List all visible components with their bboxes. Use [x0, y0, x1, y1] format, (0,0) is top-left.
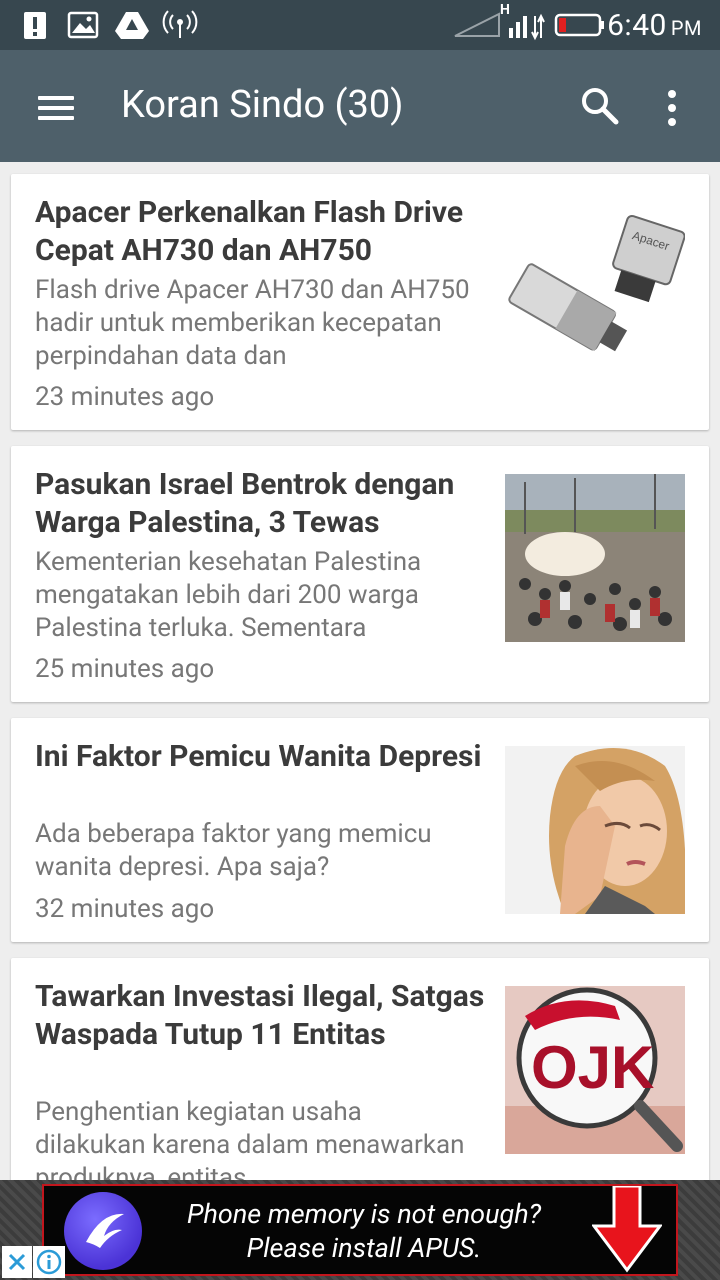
status-time: 6:40 PM [607, 8, 702, 43]
gallery-icon [66, 10, 100, 40]
article-summary: Penghentian kegiatan usaha dilakukan kar… [35, 1097, 465, 1180]
status-bar: H 6:40 PM [0, 0, 720, 50]
article-thumbnail [505, 474, 685, 642]
article-thumbnail: Apacer [505, 202, 685, 370]
close-icon[interactable] [2, 1246, 32, 1278]
menu-icon[interactable] [38, 96, 74, 120]
article-summary: Flash drive Apacer AH730 dan AH750 hadir… [35, 275, 470, 371]
article-time: 32 minutes ago [35, 894, 215, 924]
alert-icon [22, 10, 48, 40]
network-signal-icon: H [498, 2, 548, 42]
article-summary: Ada beberapa faktor yang memicu wanita d… [35, 819, 432, 882]
thumb-logo-text: OJK [531, 1034, 654, 1101]
signal-icon [452, 10, 502, 40]
ad-headline: Phone memory is not enough? [186, 1198, 542, 1230]
ad-subline: Please install APUS. [246, 1232, 482, 1264]
article-card[interactable]: Apacer Perkenalkan Flash Drive Cepat AH7… [11, 174, 709, 430]
battery-icon [554, 10, 606, 40]
hotspot-icon [162, 10, 198, 40]
article-title: Ini Faktor Pemicu Wanita Depresi [35, 739, 482, 774]
article-thumbnail [505, 746, 685, 914]
arrow-down-icon [591, 1184, 663, 1274]
article-summary: Kementerian kesehatan Palestina mengatak… [35, 547, 422, 643]
article-card[interactable]: Pasukan Israel Bentrok dengan Warga Pale… [11, 446, 709, 702]
page-title: Koran Sindo (30) [121, 83, 404, 127]
apus-logo-icon [64, 1192, 142, 1270]
more-options-icon[interactable] [662, 88, 682, 128]
ad-content[interactable]: Phone memory is not enough? Please insta… [42, 1184, 678, 1276]
search-icon[interactable] [580, 86, 620, 126]
article-title: Tawarkan Investasi Ilegal, Satgas Waspad… [35, 979, 485, 1052]
app-bar: Koran Sindo (30) [0, 50, 720, 162]
ad-banner: Phone memory is not enough? Please insta… [0, 1180, 720, 1280]
article-thumbnail: OJK [505, 986, 685, 1154]
article-title: Pasukan Israel Bentrok dengan Warga Pale… [35, 467, 455, 540]
article-card[interactable]: Tawarkan Investasi Ilegal, Satgas Waspad… [11, 958, 709, 1180]
article-card[interactable]: Ini Faktor Pemicu Wanita Depresi Ada beb… [11, 718, 709, 942]
info-icon[interactable] [33, 1246, 65, 1278]
article-list: Apacer Perkenalkan Flash Drive Cepat AH7… [0, 162, 720, 1180]
article-title: Apacer Perkenalkan Flash Drive Cepat AH7… [35, 195, 464, 268]
article-time: 25 minutes ago [35, 654, 215, 684]
article-time: 23 minutes ago [35, 382, 215, 412]
drive-icon [114, 10, 150, 40]
